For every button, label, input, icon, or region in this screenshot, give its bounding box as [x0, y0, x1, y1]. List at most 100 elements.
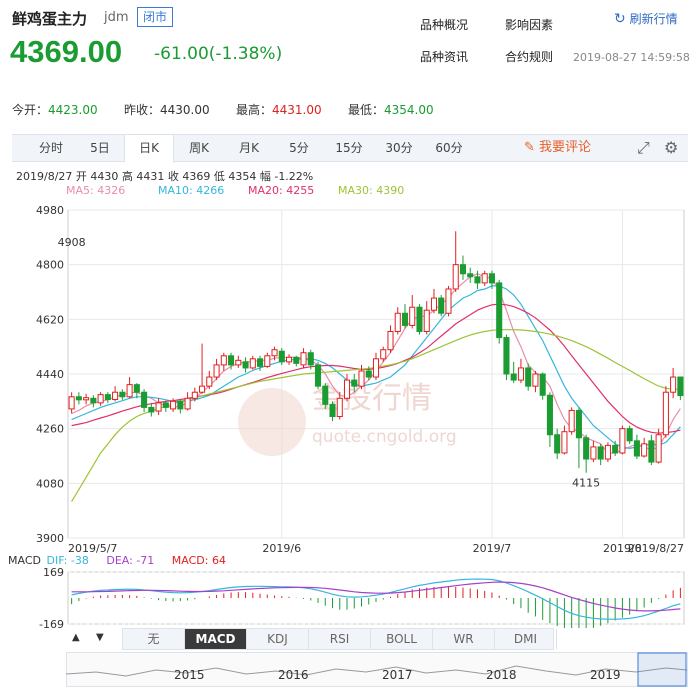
indicator-rsi[interactable]: RSI [309, 629, 371, 649]
candle-body [467, 273, 474, 278]
stat-low: 最低：4354.00 [348, 103, 434, 117]
candle-body [655, 434, 662, 463]
fullscreen-icon[interactable]: ⤢ [637, 138, 650, 158]
candle-body [568, 409, 575, 433]
y-tick-label: 3900 [36, 532, 64, 545]
link-news[interactable]: 品种资讯 [420, 48, 468, 65]
candle-body [670, 376, 677, 393]
candle-body [162, 402, 169, 408]
candle-body [358, 370, 365, 387]
indicator-macd[interactable]: MACD [185, 629, 247, 649]
candle-body [329, 403, 336, 418]
nav-year-2017: 2017 [382, 668, 413, 682]
nav-year-2018: 2018 [486, 668, 517, 682]
tab-monthly-k[interactable]: 月K [224, 135, 274, 162]
candle-body [343, 379, 351, 399]
nav-year-2016: 2016 [278, 668, 309, 682]
nav-year-2019: 2019 [590, 668, 621, 682]
candle-body [539, 373, 546, 396]
comment-button[interactable]: ✎ 我要评论 [524, 136, 591, 155]
settings-icon[interactable]: ⚙ [664, 138, 678, 157]
candle-body [271, 349, 278, 357]
comment-label: 我要评论 [539, 140, 592, 155]
candle-body [532, 373, 539, 387]
candle-body [170, 400, 177, 410]
indicator-kdj[interactable]: KDJ [247, 629, 309, 649]
refresh-button[interactable]: ↻ 刷新行情 [614, 10, 678, 27]
candle-body [641, 443, 648, 457]
candle-body [409, 306, 416, 326]
kline-chart[interactable]: 49804800462044404260408039002019/5/7 2019… [0, 196, 700, 556]
candle-body [119, 391, 126, 398]
candle-body [307, 352, 314, 366]
y-tick-label: 4800 [36, 259, 64, 272]
candle-body [235, 359, 242, 366]
link-overview[interactable]: 品种概况 [420, 16, 468, 33]
x-tick-label: 2019/6 [262, 542, 301, 555]
candle-body [619, 428, 626, 454]
candle-body [83, 397, 90, 401]
tab-intraday[interactable]: 分时 [26, 135, 76, 162]
price-annotation: 4908 [58, 236, 86, 249]
x-tick-label: 2019/8/27 [628, 542, 684, 555]
y-tick-label: 4440 [36, 368, 64, 381]
timeline-navigator[interactable]: 2015 2016 2017 2018 2019 [66, 652, 688, 688]
candle-body [380, 349, 387, 360]
nav-up-arrow[interactable]: ▲ [72, 632, 80, 643]
y-tick-label: 4620 [36, 313, 64, 326]
tab-60min[interactable]: 60分 [424, 135, 474, 162]
tab-daily-k[interactable]: 日K [124, 134, 174, 163]
candle-body [561, 431, 568, 454]
candle-body [155, 402, 162, 412]
candle-body [583, 437, 590, 460]
candle-body [148, 406, 155, 413]
nav-year-2015: 2015 [174, 668, 205, 682]
candle-body [228, 355, 235, 366]
candle-body [517, 367, 524, 381]
link-rules[interactable]: 合约规则 [505, 48, 553, 65]
instrument-code: jdm [104, 10, 129, 25]
candle-body [351, 379, 358, 387]
link-factors[interactable]: 影响因素 [505, 16, 553, 33]
candle-body [648, 440, 655, 463]
tab-30min[interactable]: 30分 [374, 135, 424, 162]
candle-body [206, 376, 213, 387]
candle-body [184, 397, 191, 410]
candle-body [416, 306, 423, 332]
candle-body [177, 400, 184, 410]
indicator-boll[interactable]: BOLL [371, 629, 433, 649]
stat-prev-close: 昨收：4430.00 [124, 103, 210, 117]
indicator-none[interactable]: 无 [123, 629, 185, 649]
candle-body [452, 264, 459, 290]
candle-body [496, 282, 503, 339]
macd-chart[interactable]: 169 -169 [0, 566, 700, 628]
edit-icon: ✎ [524, 140, 535, 155]
candle-body [546, 394, 553, 436]
y-tick-label: 4080 [36, 477, 64, 490]
stat-open: 今开：4423.00 [12, 103, 98, 117]
timestamp: 2019-08-27 14:59:58 [573, 51, 690, 64]
indicator-dmi[interactable]: DMI [495, 629, 557, 649]
candle-body [278, 350, 285, 363]
candle-body [97, 394, 104, 404]
indicator-wr[interactable]: WR [433, 629, 495, 649]
price-annotation: 4115 [572, 477, 600, 490]
candle-body [213, 364, 220, 378]
tab-15min[interactable]: 15分 [324, 135, 374, 162]
candle-body [633, 440, 640, 457]
candle-body [285, 356, 293, 363]
refresh-label: 刷新行情 [629, 12, 678, 26]
candle-body [590, 446, 597, 460]
watermark-url: quote.cngold.org [312, 427, 457, 447]
candle-body [387, 330, 394, 351]
candle-body [662, 391, 669, 436]
tab-weekly-k[interactable]: 周K [174, 135, 224, 162]
candle-body [430, 297, 438, 311]
candle-body [445, 288, 452, 314]
nav-down-arrow[interactable]: ▼ [96, 632, 104, 643]
candle-body [459, 264, 467, 275]
candle-body [474, 276, 481, 284]
tab-5day[interactable]: 5日 [76, 135, 124, 162]
tab-5min[interactable]: 5分 [274, 135, 324, 162]
macd-y-tick: 169 [43, 566, 64, 579]
